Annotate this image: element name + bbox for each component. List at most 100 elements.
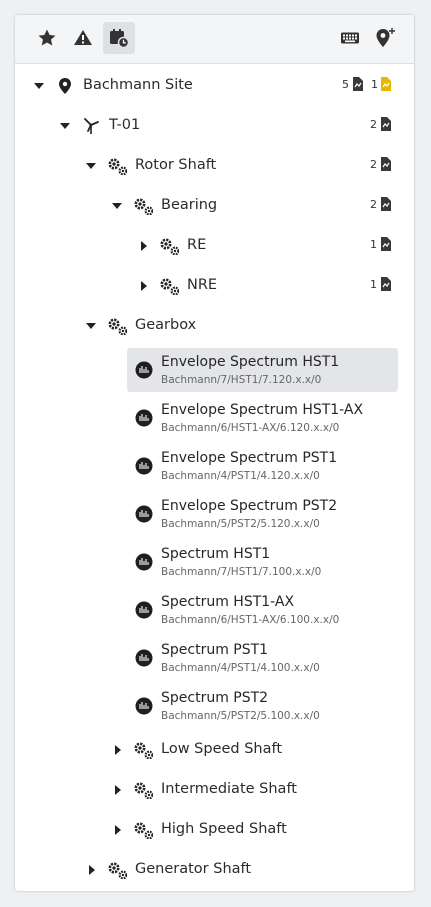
measurement-path: Bachmann/5/PST2/5.100.x.x/0 <box>161 710 320 722</box>
tree-node-intermediate-shaft[interactable]: Intermediate Shaft <box>15 770 414 810</box>
measurement-path: Bachmann/4/PST1/4.120.x.x/0 <box>161 470 320 482</box>
gears-icon <box>106 860 128 880</box>
tree-node-nre[interactable]: NRE 1 <box>15 266 414 306</box>
star-icon <box>38 29 56 46</box>
gears-icon <box>158 236 180 256</box>
document-chart-alert-icon <box>381 77 391 91</box>
caret-down-icon[interactable] <box>84 158 98 174</box>
tree-node-re[interactable]: RE 1 <box>15 226 414 266</box>
measurement-path: Bachmann/7/HST1/7.120.x.x/0 <box>161 374 322 386</box>
measurement-title: Spectrum PST2 <box>161 690 269 706</box>
document-chart-icon <box>380 117 392 131</box>
caret-right-icon[interactable] <box>85 862 99 878</box>
add-location-icon <box>376 28 395 47</box>
measurement-count: 2 <box>370 157 377 171</box>
measurement-item[interactable]: Envelope Spectrum PST1 Bachmann/4/PST1/4… <box>127 444 398 488</box>
tree-node-label: T-01 <box>109 117 141 133</box>
tree-node-label: Generator Shaft <box>135 861 252 877</box>
spectrum-sensor-icon <box>135 505 153 523</box>
spectrum-sensor-icon <box>135 649 153 667</box>
spectrum-sensor-icon <box>135 697 153 715</box>
node-counts: 1 <box>370 237 392 251</box>
tree-node-label: High Speed Shaft <box>161 821 287 837</box>
alarms-button[interactable] <box>67 22 99 54</box>
measurement-item[interactable]: Envelope Spectrum PST2 Bachmann/5/PST2/5… <box>127 492 398 536</box>
measurement-item[interactable]: Spectrum HST1 Bachmann/7/HST1/7.100.x.x/… <box>127 540 398 584</box>
keyboard-icon <box>341 32 359 44</box>
toolbar <box>15 15 414 64</box>
gears-icon <box>132 196 154 216</box>
gears-icon <box>106 316 128 336</box>
caret-down-icon[interactable] <box>32 78 46 94</box>
tree-node-low-speed-shaft[interactable]: Low Speed Shaft <box>15 730 414 770</box>
navigation-panel: Bachmann Site 5 1 T-01 2 Rotor Shaft 2 B… <box>15 15 414 891</box>
caret-right-icon[interactable] <box>137 278 151 294</box>
schedule-button[interactable] <box>103 22 135 54</box>
tree-node-generator-shaft[interactable]: Generator Shaft <box>15 850 414 890</box>
node-counts: 2 <box>370 117 392 131</box>
measurement-title: Envelope Spectrum HST1-AX <box>161 402 364 418</box>
gears-icon <box>132 780 154 800</box>
tree-node-label: Bachmann Site <box>83 77 193 93</box>
measurement-title: Envelope Spectrum PST2 <box>161 498 338 514</box>
caret-down-icon[interactable] <box>58 118 72 134</box>
measurement-path: Bachmann/4/PST1/4.100.x.x/0 <box>161 662 320 674</box>
tree-node-label: Rotor Shaft <box>135 157 217 173</box>
measurement-title: Envelope Spectrum PST1 <box>161 450 338 466</box>
alert-count: 1 <box>371 77 378 91</box>
measurement-count: 1 <box>370 237 377 251</box>
node-counts: 2 <box>370 197 392 211</box>
measurement-item[interactable]: Spectrum PST1 Bachmann/4/PST1/4.100.x.x/… <box>127 636 398 680</box>
measurement-title: Spectrum HST1-AX <box>161 594 295 610</box>
tree-node-label: Bearing <box>161 197 218 213</box>
gears-icon <box>132 820 154 840</box>
gears-icon <box>158 276 180 296</box>
measurement-title: Envelope Spectrum HST1 <box>161 354 340 370</box>
document-chart-icon <box>380 277 392 291</box>
caret-right-icon[interactable] <box>111 742 125 758</box>
node-counts: 1 <box>370 277 392 291</box>
document-chart-icon <box>352 77 364 91</box>
spectrum-sensor-icon <box>135 361 153 379</box>
node-counts: 2 <box>370 157 392 171</box>
measurement-item[interactable]: Envelope Spectrum HST1-AX Bachmann/6/HST… <box>127 396 398 440</box>
caret-right-icon[interactable] <box>111 782 125 798</box>
tree-node-bearing[interactable]: Bearing 2 <box>15 186 414 226</box>
measurement-count: 2 <box>370 197 377 211</box>
caret-right-icon[interactable] <box>111 822 125 838</box>
tree-node-rotor-shaft[interactable]: Rotor Shaft 2 <box>15 146 414 186</box>
measurement-count: 5 <box>342 77 349 91</box>
tree-node-label: Gearbox <box>135 317 197 333</box>
measurement-title: Spectrum HST1 <box>161 546 271 562</box>
favorites-button[interactable] <box>31 22 63 54</box>
document-chart-icon <box>380 197 392 211</box>
tree-node-gearbox[interactable]: Gearbox <box>15 306 414 346</box>
add-location-button[interactable] <box>370 22 402 54</box>
document-chart-icon <box>380 237 392 251</box>
tree-node-high-speed-shaft[interactable]: High Speed Shaft <box>15 810 414 850</box>
tree-node-label: NRE <box>187 277 218 293</box>
spectrum-sensor-icon <box>135 409 153 427</box>
measurement-title: Spectrum PST1 <box>161 642 269 658</box>
caret-right-icon[interactable] <box>137 238 151 254</box>
measurement-item[interactable]: Spectrum HST1-AX Bachmann/6/HST1-AX/6.10… <box>127 588 398 632</box>
measurement-path: Bachmann/6/HST1-AX/6.100.x.x/0 <box>161 614 340 626</box>
tree-node-label: Intermediate Shaft <box>161 781 297 797</box>
warning-icon <box>74 30 92 45</box>
spectrum-sensor-icon <box>135 457 153 475</box>
measurement-path: Bachmann/6/HST1-AX/6.120.x.x/0 <box>161 422 340 434</box>
measurement-path: Bachmann/5/PST2/5.120.x.x/0 <box>161 518 320 530</box>
node-counts: 5 1 <box>342 77 392 91</box>
caret-down-icon[interactable] <box>84 318 98 334</box>
measurement-item[interactable]: Envelope Spectrum HST1 Bachmann/7/HST1/7… <box>127 348 398 392</box>
location-pin-icon <box>54 76 76 96</box>
tree-node-site[interactable]: Bachmann Site 5 1 <box>15 66 414 106</box>
caret-down-icon[interactable] <box>110 198 124 214</box>
keyboard-button[interactable] <box>334 22 366 54</box>
document-chart-icon <box>380 157 392 171</box>
tree-node-turbine[interactable]: T-01 2 <box>15 106 414 146</box>
gears-icon <box>132 740 154 760</box>
measurement-item[interactable]: Spectrum PST2 Bachmann/5/PST2/5.100.x.x/… <box>127 684 398 728</box>
tree-node-label: RE <box>187 237 207 253</box>
gears-icon <box>106 156 128 176</box>
